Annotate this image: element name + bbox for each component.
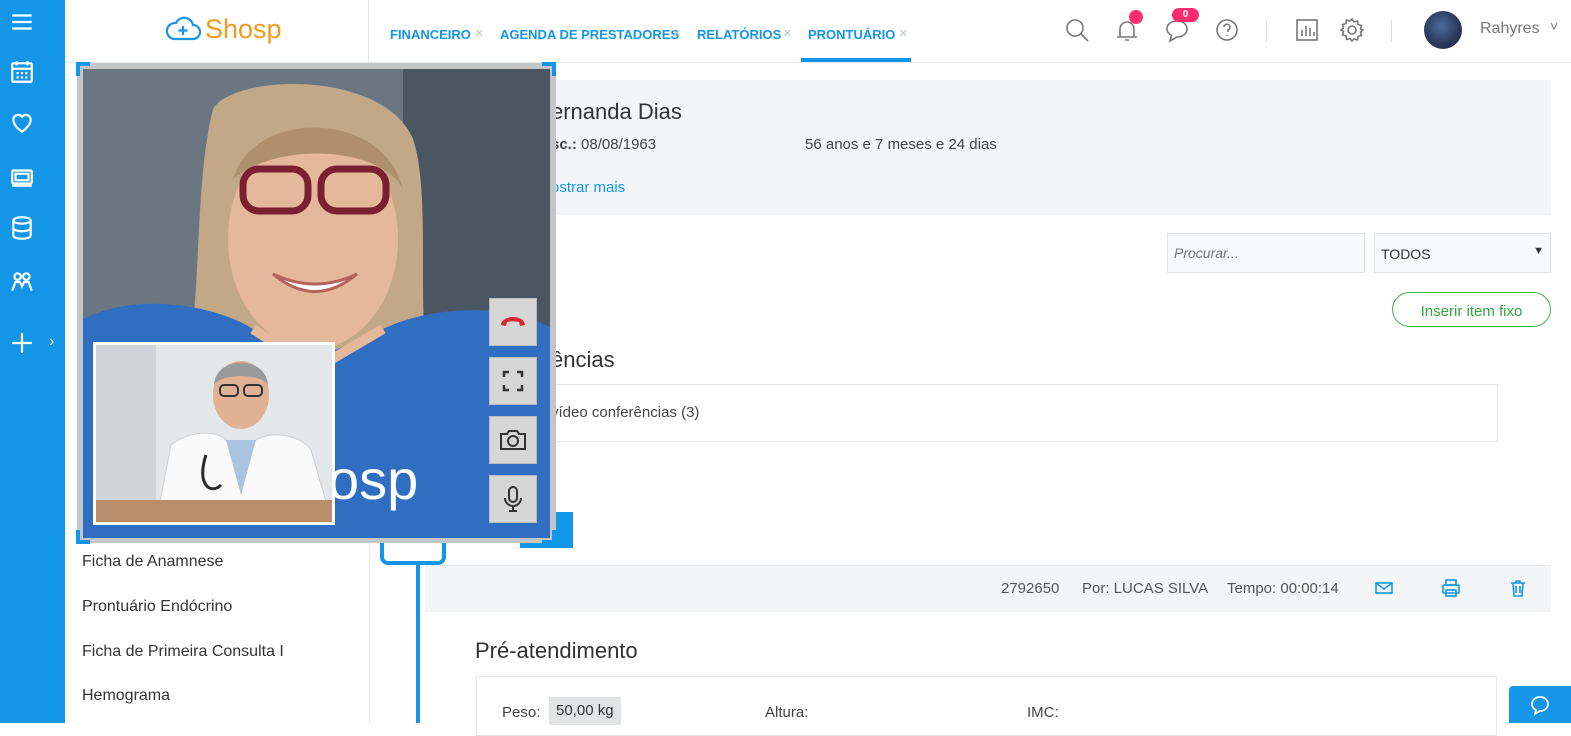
template-item[interactable]: Hemograma	[82, 687, 170, 705]
timeline-line	[416, 563, 420, 723]
tab-prontuario[interactable]: PRONTUÁRIO	[808, 27, 895, 42]
vitals-box	[476, 676, 1497, 736]
print-icon[interactable]	[1441, 578, 1461, 598]
logo-text: Shosp	[205, 13, 282, 44]
help-icon[interactable]	[1212, 15, 1242, 45]
menu-icon[interactable]	[0, 0, 44, 44]
weight-label: Peso:	[502, 704, 541, 721]
cloud-logo-icon	[165, 16, 201, 41]
divider	[368, 0, 369, 63]
active-tab-indicator	[801, 58, 911, 62]
patient-dob: sc.: 08/08/1963	[551, 136, 656, 153]
filter-select[interactable]: TODOS ▼	[1374, 233, 1551, 273]
notification-badge	[1129, 10, 1143, 24]
conferences-title: ências	[551, 347, 615, 372]
template-item[interactable]: Ficha de Primeira Consulta I	[82, 643, 284, 661]
chart-icon[interactable]	[1292, 15, 1322, 45]
patient-name: ernanda Dias	[551, 99, 682, 124]
plus-icon[interactable]	[0, 321, 44, 365]
tab-agenda-de-prestadores[interactable]: AGENDA DE PRESTADORES	[500, 27, 679, 42]
shirt-text: osp	[328, 448, 419, 511]
local-participant-image	[96, 345, 332, 522]
camera-icon	[500, 430, 526, 450]
patient-age: 56 anos e 7 meses e 24 dias	[805, 136, 997, 153]
self-video[interactable]	[93, 342, 335, 525]
show-more-link[interactable]: ostrar mais	[551, 179, 625, 196]
filter-select-value: TODOS	[1381, 246, 1431, 262]
calendar-icon[interactable]	[0, 50, 44, 94]
divider	[1266, 20, 1267, 42]
gear-icon[interactable]	[1337, 15, 1367, 45]
template-item[interactable]: Ficha de Anamnese	[82, 553, 223, 571]
record-duration: Tempo: 00:00:14	[1227, 580, 1339, 597]
microphone-icon	[504, 486, 522, 512]
fullscreen-button[interactable]	[489, 357, 537, 405]
people-icon[interactable]	[0, 260, 44, 304]
chat-icon	[1531, 695, 1549, 716]
avatar[interactable]	[1424, 11, 1462, 49]
pre-attendance-title: Pré-atendimento	[475, 638, 638, 663]
insert-fixed-item-button[interactable]: Inserir item fixo	[1392, 292, 1551, 327]
screenshot-button[interactable]	[489, 416, 537, 464]
height-label: Altura:	[765, 704, 809, 721]
logo[interactable]: Shosp	[165, 12, 282, 46]
search-input[interactable]	[1167, 233, 1365, 273]
patient-header-card	[543, 80, 1551, 215]
bmi-label: IMC:	[1027, 704, 1059, 721]
record-author: Por: LUCAS SILVA	[1082, 580, 1209, 597]
database-icon[interactable]	[0, 206, 44, 250]
tab-relatorios[interactable]: RELATÓRIOS	[697, 27, 781, 42]
tab-close-agenda[interactable]: ×	[672, 25, 681, 42]
tab-financeiro[interactable]: FINANCEIRO	[390, 27, 471, 42]
record-id: 2792650	[1001, 580, 1060, 597]
tab-close-financeiro[interactable]: ×	[475, 25, 484, 42]
fullscreen-icon	[502, 370, 524, 392]
search-icon[interactable]	[1062, 15, 1092, 45]
tab-close-relatorios[interactable]: ×	[783, 25, 792, 42]
divider	[1391, 20, 1392, 42]
hangup-button[interactable]	[489, 298, 537, 346]
money-icon[interactable]	[0, 155, 44, 199]
microphone-button[interactable]	[489, 475, 537, 523]
heart-icon[interactable]	[0, 101, 44, 145]
chat-button[interactable]	[1509, 686, 1571, 723]
conferences-summary[interactable]: vídeo conferências (3)	[551, 404, 699, 421]
expand-rail-chevron[interactable]: ›	[49, 333, 54, 351]
weight-value[interactable]: 50,00 kg	[549, 697, 621, 725]
messages-badge: 0	[1172, 8, 1199, 22]
chevron-down-icon: ▼	[1533, 245, 1544, 257]
dob-value: 08/08/1963	[581, 136, 657, 153]
left-rail: ›	[0, 0, 65, 723]
top-bar: Shosp FINANCEIRO × AGENDA DE PRESTADORES…	[65, 0, 1571, 63]
chevron-down-icon[interactable]: ˅	[1550, 18, 1558, 34]
hangup-icon	[501, 317, 525, 326]
username[interactable]: Rahyres	[1480, 20, 1540, 38]
tab-close-prontuario[interactable]: ×	[899, 25, 908, 42]
mail-icon[interactable]	[1374, 578, 1394, 598]
trash-icon[interactable]	[1508, 578, 1528, 598]
template-item[interactable]: Prontuário Endócrino	[82, 598, 232, 616]
